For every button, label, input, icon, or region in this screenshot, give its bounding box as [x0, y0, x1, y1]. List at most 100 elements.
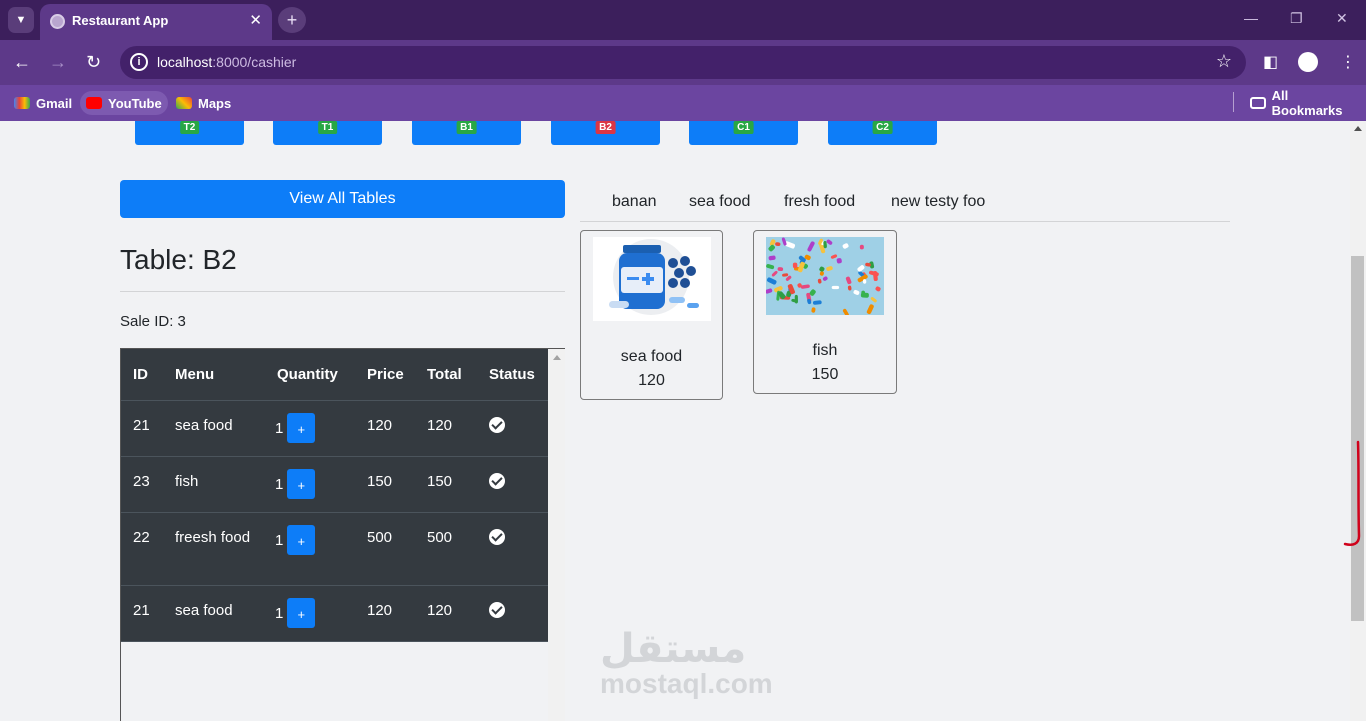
table-badge: B2	[595, 121, 616, 134]
menu-item-card[interactable]: sea food 120	[580, 230, 723, 400]
watermark-latin: mostaql.com	[600, 668, 773, 699]
order-price: 150	[355, 456, 415, 513]
increase-quantity-button[interactable]: +	[287, 412, 316, 443]
forward-icon[interactable]: →	[49, 51, 67, 73]
order-total: 500	[415, 512, 477, 586]
order-menu: freesh food	[163, 512, 265, 586]
order-quantity: 1 +	[265, 512, 355, 586]
pill-shape	[766, 288, 773, 294]
address-bar[interactable]: i localhost:8000/cashier ☆	[120, 46, 1246, 79]
pill-shape	[800, 284, 810, 289]
colorful-pills-photo	[766, 237, 881, 315]
category-tabs: banan sea food fresh food new testy foo	[580, 190, 1230, 222]
quantity-value: 1	[275, 475, 284, 493]
pill-shape	[819, 271, 824, 276]
order-quantity: 1 +	[265, 400, 355, 457]
pill-shape	[807, 241, 815, 252]
pill-shape	[857, 265, 865, 272]
category-tab[interactable]: new testy foo	[891, 193, 985, 211]
bookmarks-bar: Gmail YouTube Maps All Bookmarks	[0, 85, 1366, 121]
pill-shape	[859, 244, 864, 250]
pill-shape	[853, 289, 860, 295]
url-text: localhost:8000/cashier	[157, 54, 296, 70]
table-button-2[interactable]: B1	[412, 121, 521, 145]
category-tab[interactable]: banan	[612, 193, 657, 211]
all-bookmarks-label: All Bookmarks	[1271, 88, 1343, 118]
order-price: 120	[355, 400, 415, 457]
order-status	[477, 512, 548, 586]
close-tab-icon[interactable]: ✕	[249, 11, 262, 29]
menu-item-image	[593, 237, 711, 321]
increase-quantity-button[interactable]: +	[287, 597, 316, 628]
tab-search-button[interactable]: ▼	[8, 7, 34, 33]
scroll-up-icon[interactable]	[1354, 126, 1362, 131]
order-id: 22	[121, 512, 163, 586]
reload-icon[interactable]: ↻	[86, 51, 101, 73]
pill-shape	[822, 276, 828, 281]
increase-quantity-button[interactable]: +	[287, 468, 316, 499]
gmail-icon	[14, 97, 30, 109]
pill-shape	[830, 254, 838, 259]
table-button-5[interactable]: C2	[828, 121, 937, 145]
browser-tab[interactable]: Restaurant App ✕	[40, 4, 272, 40]
profile-avatar-icon[interactable]	[1298, 52, 1318, 72]
folder-icon	[1250, 97, 1266, 109]
pill-shape	[836, 258, 842, 264]
order-total: 120	[415, 585, 477, 642]
menu-item-card[interactable]: fish 150	[753, 230, 897, 394]
category-tab[interactable]: fresh food	[784, 193, 855, 211]
pill-shape	[862, 279, 867, 284]
table-button-4[interactable]: C1	[689, 121, 798, 145]
pill-shape	[870, 297, 877, 303]
red-pen-annotation	[1343, 440, 1361, 546]
pill-shape	[768, 255, 776, 261]
url-host: localhost	[157, 54, 213, 70]
pill-shape	[826, 266, 833, 271]
check-circle-icon	[489, 416, 505, 433]
scrollbar-thumb[interactable]	[1351, 256, 1364, 621]
page-scrollbar[interactable]	[1350, 121, 1366, 721]
pill-shape	[782, 273, 789, 277]
scroll-up-icon[interactable]	[553, 355, 561, 360]
quantity-value: 1	[275, 604, 284, 622]
globe-icon	[50, 14, 65, 29]
menu-kebab-icon[interactable]: ⋮	[1340, 52, 1356, 72]
order-quantity: 1 +	[265, 456, 355, 513]
order-total: 150	[415, 456, 477, 513]
table-button-0[interactable]: T2	[135, 121, 244, 145]
side-panel-icon[interactable]: ◧	[1263, 52, 1278, 72]
pill-shape	[860, 292, 869, 298]
pill-shape	[847, 285, 852, 291]
view-all-tables-button[interactable]: View All Tables	[120, 180, 565, 218]
back-icon[interactable]: ←	[13, 51, 31, 73]
restore-icon[interactable]: ❐	[1290, 10, 1303, 27]
new-tab-button[interactable]: +	[278, 7, 306, 33]
bookmark-star-icon[interactable]: ☆	[1216, 51, 1232, 72]
order-status	[477, 585, 548, 642]
quantity-control: 1 +	[265, 524, 316, 555]
header-quantity: Quantity	[265, 349, 355, 401]
increase-quantity-button[interactable]: +	[287, 524, 316, 555]
order-list-scrollbar[interactable]	[548, 349, 565, 721]
header-status: Status	[477, 349, 548, 401]
table-button-3[interactable]: B2	[551, 121, 660, 145]
all-bookmarks-button[interactable]: All Bookmarks	[1244, 88, 1366, 118]
order-status	[477, 400, 548, 457]
bookmark-gmail[interactable]: Gmail	[8, 91, 78, 115]
pill-shape	[842, 308, 849, 315]
table-badge: B1	[456, 121, 477, 134]
header-price: Price	[355, 349, 415, 401]
bookmark-youtube[interactable]: YouTube	[80, 91, 168, 115]
order-status	[477, 456, 548, 513]
minimize-icon[interactable]: —	[1244, 10, 1258, 26]
sale-id: Sale ID: 3	[120, 313, 186, 330]
site-info-icon[interactable]: i	[130, 53, 148, 71]
order-list-panel[interactable]: ID Menu Quantity Price Total Status 21 se…	[120, 348, 565, 721]
window-close-icon[interactable]: ✕	[1336, 10, 1348, 27]
bookmark-maps[interactable]: Maps	[170, 91, 237, 115]
pill-shape	[826, 239, 833, 245]
table-button-1[interactable]: T1	[273, 121, 382, 145]
pill-shape	[875, 286, 881, 292]
order-price: 120	[355, 585, 415, 642]
category-tab[interactable]: sea food	[689, 193, 750, 211]
